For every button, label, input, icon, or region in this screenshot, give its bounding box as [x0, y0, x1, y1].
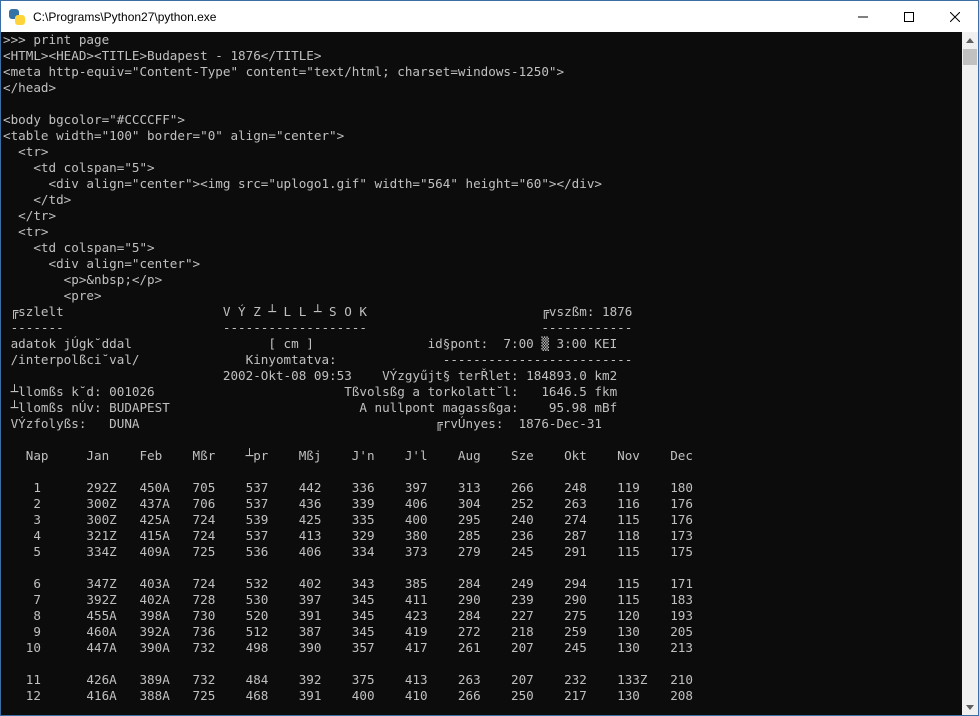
console-line: /interpolßci˘val/ Kinyomtatva: ---------… — [3, 352, 633, 367]
console-line: <p>&nbsp;</p> — [3, 272, 163, 287]
console-line: <div align="center"> — [3, 256, 201, 271]
console-line: <HTML><HEAD><TITLE>Budapest - 1876</TITL… — [3, 48, 322, 63]
console-line: 2002-Okt-08 09:53 VÝzgyűjt§ terŘlet: 184… — [3, 368, 618, 383]
console-text: >>> print page <HTML><HEAD><TITLE>Budape… — [1, 32, 962, 704]
console-line: ╔szlelt V Ý Z ┴ L L ┴ S O K ╔vszßm: 1876 — [3, 304, 633, 319]
console-line: Nap Jan Feb Mßr ┴pr Mßj J'n J'l Aug Sze … — [3, 448, 693, 463]
close-icon — [950, 11, 960, 22]
console-line: <tr> — [3, 144, 49, 159]
console-line: 6 347Z 403A 724 532 402 343 385 284 249 … — [3, 576, 693, 591]
console-line: VÝzfolyßs: DUNA ╔rvÚnyes: 1876-Dec-31 — [3, 416, 602, 431]
console-line: <td colspan="5"> — [3, 160, 155, 175]
console-line: <td colspan="5"> — [3, 240, 155, 255]
minimize-button[interactable] — [840, 1, 886, 32]
console-line: <body bgcolor="#CCCCFF"> — [3, 112, 185, 127]
console-line: 1 292Z 450A 705 537 442 336 397 313 266 … — [3, 480, 693, 495]
minimize-icon — [858, 16, 868, 17]
console-line: <pre> — [3, 288, 102, 303]
console-line: 12 416A 388A 725 468 391 400 410 266 250… — [3, 688, 693, 703]
scrollbar-thumb[interactable] — [963, 49, 977, 65]
title-bar[interactable]: C:\Programs\Python27\python.exe — [1, 1, 978, 32]
console-window: C:\Programs\Python27\python.exe >>> prin… — [0, 0, 979, 716]
close-button[interactable] — [932, 1, 978, 32]
maximize-button[interactable] — [886, 1, 932, 32]
window-title: C:\Programs\Python27\python.exe — [33, 9, 217, 24]
console-line: <meta http-equiv="Content-Type" content=… — [3, 64, 565, 79]
console-line: >>> print page — [3, 32, 110, 47]
console-line: 4 321Z 415A 724 537 413 329 380 285 236 … — [3, 528, 693, 543]
maximize-icon — [904, 11, 914, 22]
console-line: 3 300Z 425A 724 539 425 335 400 295 240 … — [3, 512, 693, 527]
chevron-down-icon — [966, 704, 974, 710]
console-line: adatok jÚgk˘ddal [ cm ] id§pont: 7:00 ▒ … — [3, 336, 618, 351]
console-line: 2 300Z 437A 706 537 436 339 406 304 252 … — [3, 496, 693, 511]
window-controls — [840, 1, 978, 32]
console-line: 5 334Z 409A 725 536 406 334 373 279 245 … — [3, 544, 693, 559]
console-line: ┴llomßs nÚv: BUDAPEST A nullpont magassß… — [3, 400, 618, 415]
console-line: ------- ------------------- ------------ — [3, 320, 633, 335]
chevron-up-icon — [966, 37, 974, 43]
console-line: 8 455A 398A 730 520 391 345 423 284 227 … — [3, 608, 693, 623]
console-line: <div align="center"><img src="uplogo1.gi… — [3, 176, 602, 191]
scroll-down-button[interactable] — [962, 699, 978, 715]
console-output[interactable]: >>> print page <HTML><HEAD><TITLE>Budape… — [1, 32, 962, 715]
console-line: 11 426A 389A 732 484 392 375 413 263 207… — [3, 672, 693, 687]
console-line: ┴llomßs k˘d: 001026 Tßvolsßg a torkolatt… — [3, 384, 618, 399]
console-line: </td> — [3, 192, 72, 207]
console-line: <tr> — [3, 224, 49, 239]
console-line: 10 447A 390A 732 498 390 357 417 261 207… — [3, 640, 693, 655]
console-line: </head> — [3, 80, 57, 95]
vertical-scrollbar[interactable] — [962, 32, 978, 715]
console-line: 9 460A 392A 736 512 387 345 419 272 218 … — [3, 624, 693, 639]
python-app-icon[interactable] — [9, 8, 25, 25]
console-line: </tr> — [3, 208, 57, 223]
scroll-up-button[interactable] — [962, 32, 978, 48]
console-line: 7 392Z 402A 728 530 397 345 411 290 239 … — [3, 592, 693, 607]
console-line: <table width="100" border="0" align="cen… — [3, 128, 345, 143]
